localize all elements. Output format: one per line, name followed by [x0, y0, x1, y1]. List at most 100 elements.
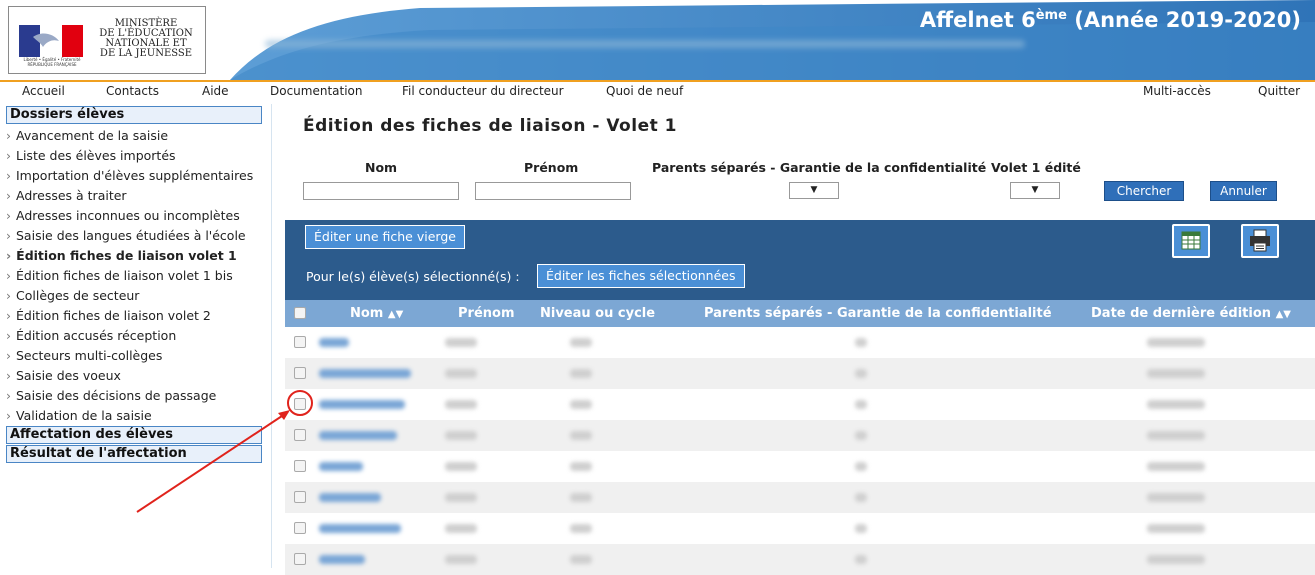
filter-label-nom: Nom: [365, 160, 398, 175]
sidebar-item[interactable]: › Adresses inconnues ou incomplètes: [6, 206, 262, 226]
nav-quoi-de-neuf[interactable]: Quoi de neuf: [606, 84, 683, 98]
row-niveau-redacted: [570, 462, 592, 471]
sidebar-item[interactable]: › Avancement de la saisie: [6, 126, 262, 146]
sidebar-item[interactable]: › Importation d'élèves supplémentaires: [6, 166, 262, 186]
sidebar-item[interactable]: › Liste des élèves importés: [6, 146, 262, 166]
table-row[interactable]: [285, 358, 1315, 389]
row-checkbox[interactable]: [294, 367, 306, 379]
sidebar-item-label: Saisie des voeux: [16, 368, 121, 383]
nav-documentation[interactable]: Documentation: [270, 84, 363, 98]
nav-accueil[interactable]: Accueil: [22, 84, 65, 98]
selected-label: Pour le(s) élève(s) sélectionné(s) :: [306, 269, 520, 284]
row-checkbox[interactable]: [294, 553, 306, 565]
row-prenom-redacted: [445, 524, 477, 533]
row-prenom-redacted: [445, 369, 477, 378]
row-niveau-redacted: [570, 493, 592, 502]
sidebar-item[interactable]: › Secteurs multi-collèges: [6, 346, 262, 366]
col-header-date[interactable]: Date de dernière édition ▲▼: [1091, 306, 1291, 321]
sidebar-item[interactable]: › Saisie des décisions de passage: [6, 386, 262, 406]
row-checkbox[interactable]: [294, 398, 306, 410]
filter-label-prenom: Prénom: [524, 160, 579, 175]
nav-contacts[interactable]: Contacts: [106, 84, 159, 98]
sidebar-section-affectation[interactable]: Affectation des élèves: [6, 426, 262, 444]
row-niveau-redacted: [570, 400, 592, 409]
sidebar-item[interactable]: › Saisie des voeux: [6, 366, 262, 386]
col-header-parents[interactable]: Parents séparés - Garantie de la confide…: [704, 306, 1052, 321]
cancel-button[interactable]: Annuler: [1210, 181, 1277, 201]
table-row[interactable]: [285, 420, 1315, 451]
sidebar-item-label: Édition fiches de liaison volet 1 bis: [16, 268, 233, 283]
app-name: Affelnet 6: [919, 8, 1036, 32]
spreadsheet-icon: [1181, 231, 1201, 250]
select-all-checkbox[interactable]: [294, 307, 306, 319]
nav-multi-acces[interactable]: Multi-accès: [1143, 84, 1211, 98]
table-row[interactable]: [285, 544, 1315, 575]
sidebar-item[interactable]: › Édition accusés réception: [6, 326, 262, 346]
row-date-redacted: [1147, 400, 1205, 409]
col-header-prenom[interactable]: Prénom: [458, 306, 515, 321]
row-date-redacted: [1147, 338, 1205, 347]
row-name-redacted: [319, 555, 365, 564]
chevron-right-icon: ›: [6, 328, 11, 343]
chevron-right-icon: ›: [6, 148, 11, 163]
row-checkbox[interactable]: [294, 491, 306, 503]
nav-quitter[interactable]: Quitter: [1258, 84, 1300, 98]
row-checkbox[interactable]: [294, 429, 306, 441]
row-niveau-redacted: [570, 338, 592, 347]
page-title: Édition des fiches de liaison - Volet 1: [303, 116, 677, 136]
nav-aide[interactable]: Aide: [202, 84, 229, 98]
sidebar-item[interactable]: › Édition fiches de liaison volet 2: [6, 306, 262, 326]
table-row[interactable]: [285, 482, 1315, 513]
row-checkbox[interactable]: [294, 522, 306, 534]
sort-icon[interactable]: ▲▼: [388, 309, 403, 320]
chevron-right-icon: ›: [6, 388, 11, 403]
row-parents-redacted: [855, 524, 867, 533]
table-row[interactable]: [285, 389, 1315, 420]
export-button[interactable]: [1172, 224, 1210, 258]
nom-input[interactable]: [303, 182, 459, 200]
col-header-nom[interactable]: Nom ▲▼: [350, 306, 403, 321]
row-name-redacted: [319, 338, 349, 347]
row-niveau-redacted: [570, 555, 592, 564]
sidebar-item[interactable]: › Saisie des langues étudiées à l'école: [6, 226, 262, 246]
row-niveau-redacted: [570, 369, 592, 378]
col-header-niveau[interactable]: Niveau ou cycle: [540, 306, 655, 321]
row-checkbox[interactable]: [294, 336, 306, 348]
chevron-right-icon: ›: [6, 188, 11, 203]
sidebar-item[interactable]: › Collèges de secteur: [6, 286, 262, 306]
sidebar-section-resultat[interactable]: Résultat de l'affectation: [6, 445, 262, 463]
chevron-right-icon: ›: [6, 408, 11, 423]
row-parents-redacted: [855, 369, 867, 378]
nav-fil-conducteur[interactable]: Fil conducteur du directeur: [402, 84, 564, 98]
ministry-line: DE LA JEUNESSE: [99, 48, 193, 59]
print-button[interactable]: [1241, 224, 1279, 258]
prenom-input[interactable]: [475, 182, 631, 200]
sort-icon[interactable]: ▲▼: [1276, 309, 1291, 320]
table-row[interactable]: [285, 451, 1315, 482]
edit-selected-button[interactable]: Éditer les fiches sélectionnées: [537, 264, 745, 288]
app-title: Affelnet 6ème (Année 2019-2020): [920, 8, 1301, 32]
row-prenom-redacted: [445, 338, 477, 347]
sidebar-item-label: Édition fiches de liaison volet 2: [16, 308, 211, 323]
blank-form-button[interactable]: Éditer une fiche vierge: [305, 225, 465, 249]
row-checkbox[interactable]: [294, 460, 306, 472]
sidebar-item-label: Validation de la saisie: [16, 408, 152, 423]
table-row[interactable]: [285, 327, 1315, 358]
content-divider: [271, 104, 272, 568]
sidebar-item[interactable]: › Adresses à traiter: [6, 186, 262, 206]
parents-select[interactable]: ▼: [789, 182, 839, 199]
table-row[interactable]: [285, 513, 1315, 544]
sidebar-item-active[interactable]: › Édition fiches de liaison volet 1: [6, 246, 262, 266]
volet-select[interactable]: ▼: [1010, 182, 1060, 199]
sidebar-item[interactable]: › Validation de la saisie: [6, 406, 262, 426]
printer-icon: [1250, 229, 1270, 252]
row-date-redacted: [1147, 369, 1205, 378]
row-prenom-redacted: [445, 555, 477, 564]
row-name-redacted: [319, 524, 401, 533]
sidebar-item-label: Importation d'élèves supplémentaires: [16, 168, 254, 183]
search-button[interactable]: Chercher: [1104, 181, 1184, 201]
sidebar-section-dossiers[interactable]: Dossiers élèves: [6, 106, 262, 124]
row-name-redacted: [319, 493, 381, 502]
filter-label-volet: Volet 1 édité: [991, 160, 1081, 175]
sidebar-item[interactable]: › Édition fiches de liaison volet 1 bis: [6, 266, 262, 286]
